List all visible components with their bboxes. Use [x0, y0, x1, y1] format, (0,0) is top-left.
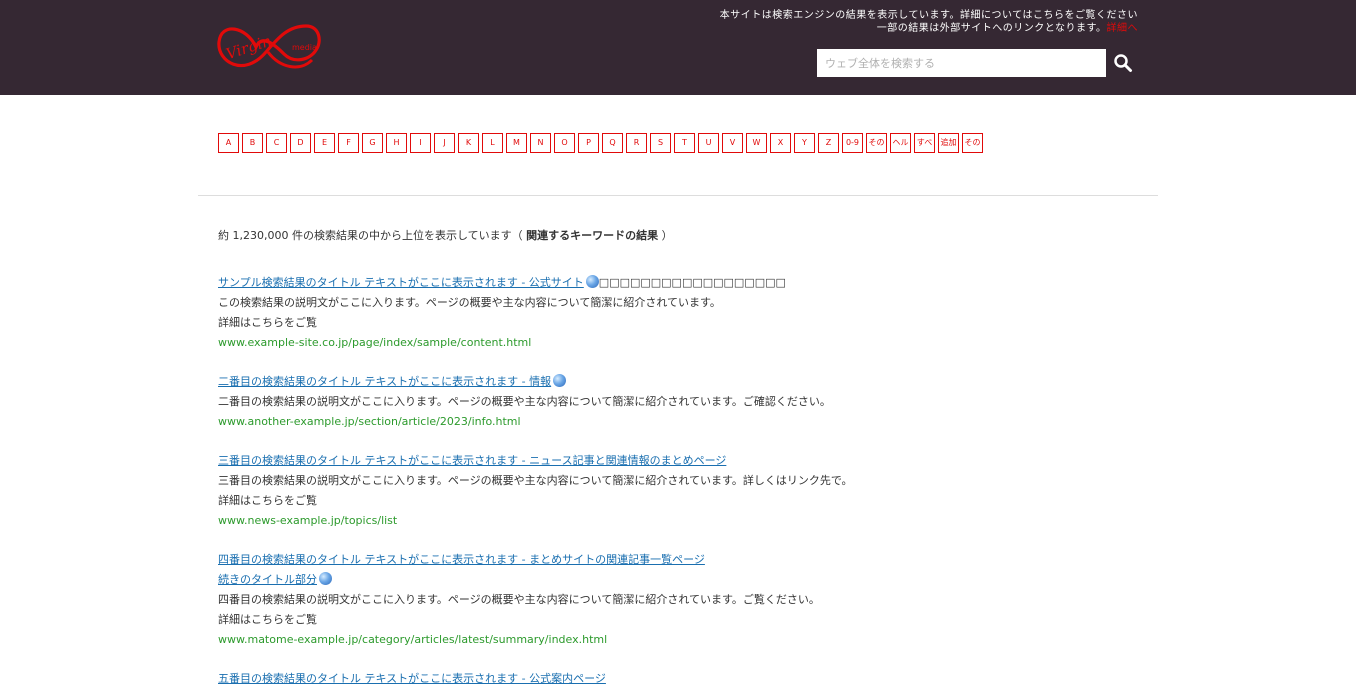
result-description-more: 詳細はこちらをご覧: [218, 613, 317, 626]
search-button[interactable]: [1110, 51, 1136, 77]
alpha-index-link[interactable]: S: [650, 133, 671, 153]
notice-line-2: 一部の結果は外部サイトへのリンクとなります。詳細へ: [876, 23, 1139, 34]
notice-link[interactable]: 詳細へ: [1107, 23, 1139, 34]
alpha-index-link[interactable]: L: [482, 133, 503, 153]
alpha-index-link[interactable]: X: [770, 133, 791, 153]
alpha-index-link[interactable]: V: [722, 133, 743, 153]
virgin-media-logo[interactable]: Virgin media: [216, 14, 324, 80]
search-result: 三番目の検索結果のタイトル テキストがここに表示されます - ニュース記事と関連…: [218, 451, 958, 531]
result-url[interactable]: www.another-example.jp/section/article/2…: [218, 412, 958, 432]
globe-icon[interactable]: [553, 374, 567, 387]
result-description: 三番目の検索結果の説明文がここに入ります。ページの概要や主な内容について簡潔に紹…: [218, 474, 853, 487]
alpha-index-link[interactable]: P: [578, 133, 599, 153]
notice-line-1: 本サイトは検索エンジンの結果を表示しています。詳細についてはこちらをご覧ください: [719, 10, 1138, 21]
header-notice: 本サイトは検索エンジンの結果を表示しています。詳細についてはこちらをご覧ください…: [718, 9, 1138, 35]
search-result: 四番目の検索結果のタイトル テキストがここに表示されます - まとめサイトの関連…: [218, 550, 958, 650]
svg-text:media: media: [292, 43, 317, 52]
alpha-index-link[interactable]: K: [458, 133, 479, 153]
alpha-index-link[interactable]: J: [434, 133, 455, 153]
search-input[interactable]: [817, 49, 1106, 77]
results-list: サンプル検索結果のタイトル テキストがここに表示されます - 公式サイト □□□□…: [218, 273, 958, 694]
result-title-tail: □□□□□□□□□□□□□□□□□□: [598, 276, 786, 289]
result-title-link[interactable]: 四番目の検索結果のタイトル テキストがここに表示されます - まとめサイトの関連…: [218, 553, 705, 566]
result-title-link-continued[interactable]: 続きのタイトル部分: [218, 573, 317, 586]
alpha-index-link[interactable]: H: [386, 133, 407, 153]
alpha-index-link[interactable]: O: [554, 133, 575, 153]
alpha-index-link[interactable]: U: [698, 133, 719, 153]
globe-icon[interactable]: [585, 275, 599, 288]
alpha-index-link[interactable]: 0-9: [842, 133, 863, 153]
search-result: 五番目の検索結果のタイトル テキストがここに表示されます - 公式案内ページ: [218, 669, 958, 689]
result-title-row: 四番目の検索結果のタイトル テキストがここに表示されます - まとめサイトの関連…: [218, 550, 958, 590]
result-description: この検索結果の説明文がここに入ります。ページの概要や主な内容について簡潔に紹介さ…: [218, 296, 721, 309]
alpha-index-link[interactable]: D: [290, 133, 311, 153]
globe-icon[interactable]: [319, 572, 332, 585]
result-url[interactable]: www.example-site.co.jp/page/index/sample…: [218, 333, 958, 353]
result-description: 四番目の検索結果の説明文がここに入ります。ページの概要や主な内容について簡潔に紹…: [218, 593, 820, 606]
alpha-index-link[interactable]: E: [314, 133, 335, 153]
result-url[interactable]: www.news-example.jp/topics/list: [218, 511, 958, 531]
alpha-index-link[interactable]: A: [218, 133, 239, 153]
alpha-index-link[interactable]: M: [506, 133, 527, 153]
result-title-link[interactable]: 二番目の検索結果のタイトル テキストがここに表示されます - 情報: [218, 375, 551, 388]
search-result: サンプル検索結果のタイトル テキストがここに表示されます - 公式サイト □□□□…: [218, 273, 958, 353]
divider: [198, 195, 1158, 196]
alphabet-index: ABCDEFGHIJKLMNOPQRSTUVWXYZ0-9その他ヘルプすべて追加…: [218, 133, 983, 153]
alpha-index-link[interactable]: R: [626, 133, 647, 153]
alpha-index-link[interactable]: B: [242, 133, 263, 153]
alpha-index-link[interactable]: Q: [602, 133, 623, 153]
virgin-media-logo-icon: Virgin media: [217, 24, 321, 69]
site-header: Virgin media 本サイトは検索エンジンの結果を表示しています。詳細につ…: [0, 0, 1356, 95]
alpha-index-link[interactable]: N: [530, 133, 551, 153]
result-title-link[interactable]: サンプル検索結果のタイトル テキストがここに表示されます - 公式サイト: [218, 276, 584, 289]
alpha-index-link[interactable]: Y: [794, 133, 815, 153]
alpha-index-link[interactable]: 追加: [938, 133, 959, 153]
result-title-row: 三番目の検索結果のタイトル テキストがここに表示されます - ニュース記事と関連…: [218, 451, 958, 471]
alpha-index-link[interactable]: G: [362, 133, 383, 153]
result-title-row: 五番目の検索結果のタイトル テキストがここに表示されます - 公式案内ページ: [218, 669, 958, 689]
alpha-index-link[interactable]: すべて: [914, 133, 935, 153]
result-url[interactable]: www.matome-example.jp/category/articles/…: [218, 630, 958, 650]
result-description-more: 詳細はこちらをご覧: [218, 316, 317, 329]
search-icon: [1114, 53, 1132, 72]
alpha-index-link[interactable]: W: [746, 133, 767, 153]
results-summary: 約 1,230,000 件の検索結果の中から上位を表示しています（ 関連するキー…: [218, 229, 673, 242]
alpha-index-link[interactable]: Z: [818, 133, 839, 153]
alpha-index-link[interactable]: その他: [866, 133, 887, 153]
result-title-link[interactable]: 五番目の検索結果のタイトル テキストがここに表示されます - 公式案内ページ: [218, 672, 606, 685]
search-result: 二番目の検索結果のタイトル テキストがここに表示されます - 情報二番目の検索結…: [218, 372, 958, 432]
alpha-index-link[interactable]: その他: [962, 133, 983, 153]
result-title-link[interactable]: 三番目の検索結果のタイトル テキストがここに表示されます - ニュース記事と関連…: [218, 454, 726, 467]
result-description-more: 詳細はこちらをご覧: [218, 494, 317, 507]
alpha-index-link[interactable]: ヘルプ: [890, 133, 911, 153]
alpha-index-link[interactable]: F: [338, 133, 359, 153]
alpha-index-link[interactable]: T: [674, 133, 695, 153]
result-title-row: サンプル検索結果のタイトル テキストがここに表示されます - 公式サイト □□□□…: [218, 273, 958, 293]
alpha-index-link[interactable]: C: [266, 133, 287, 153]
alpha-index-link[interactable]: I: [410, 133, 431, 153]
result-title-row: 二番目の検索結果のタイトル テキストがここに表示されます - 情報: [218, 372, 958, 392]
result-description: 二番目の検索結果の説明文がここに入ります。ページの概要や主な内容について簡潔に紹…: [218, 395, 831, 408]
summary-keyword: 関連するキーワードの結果: [526, 229, 659, 242]
